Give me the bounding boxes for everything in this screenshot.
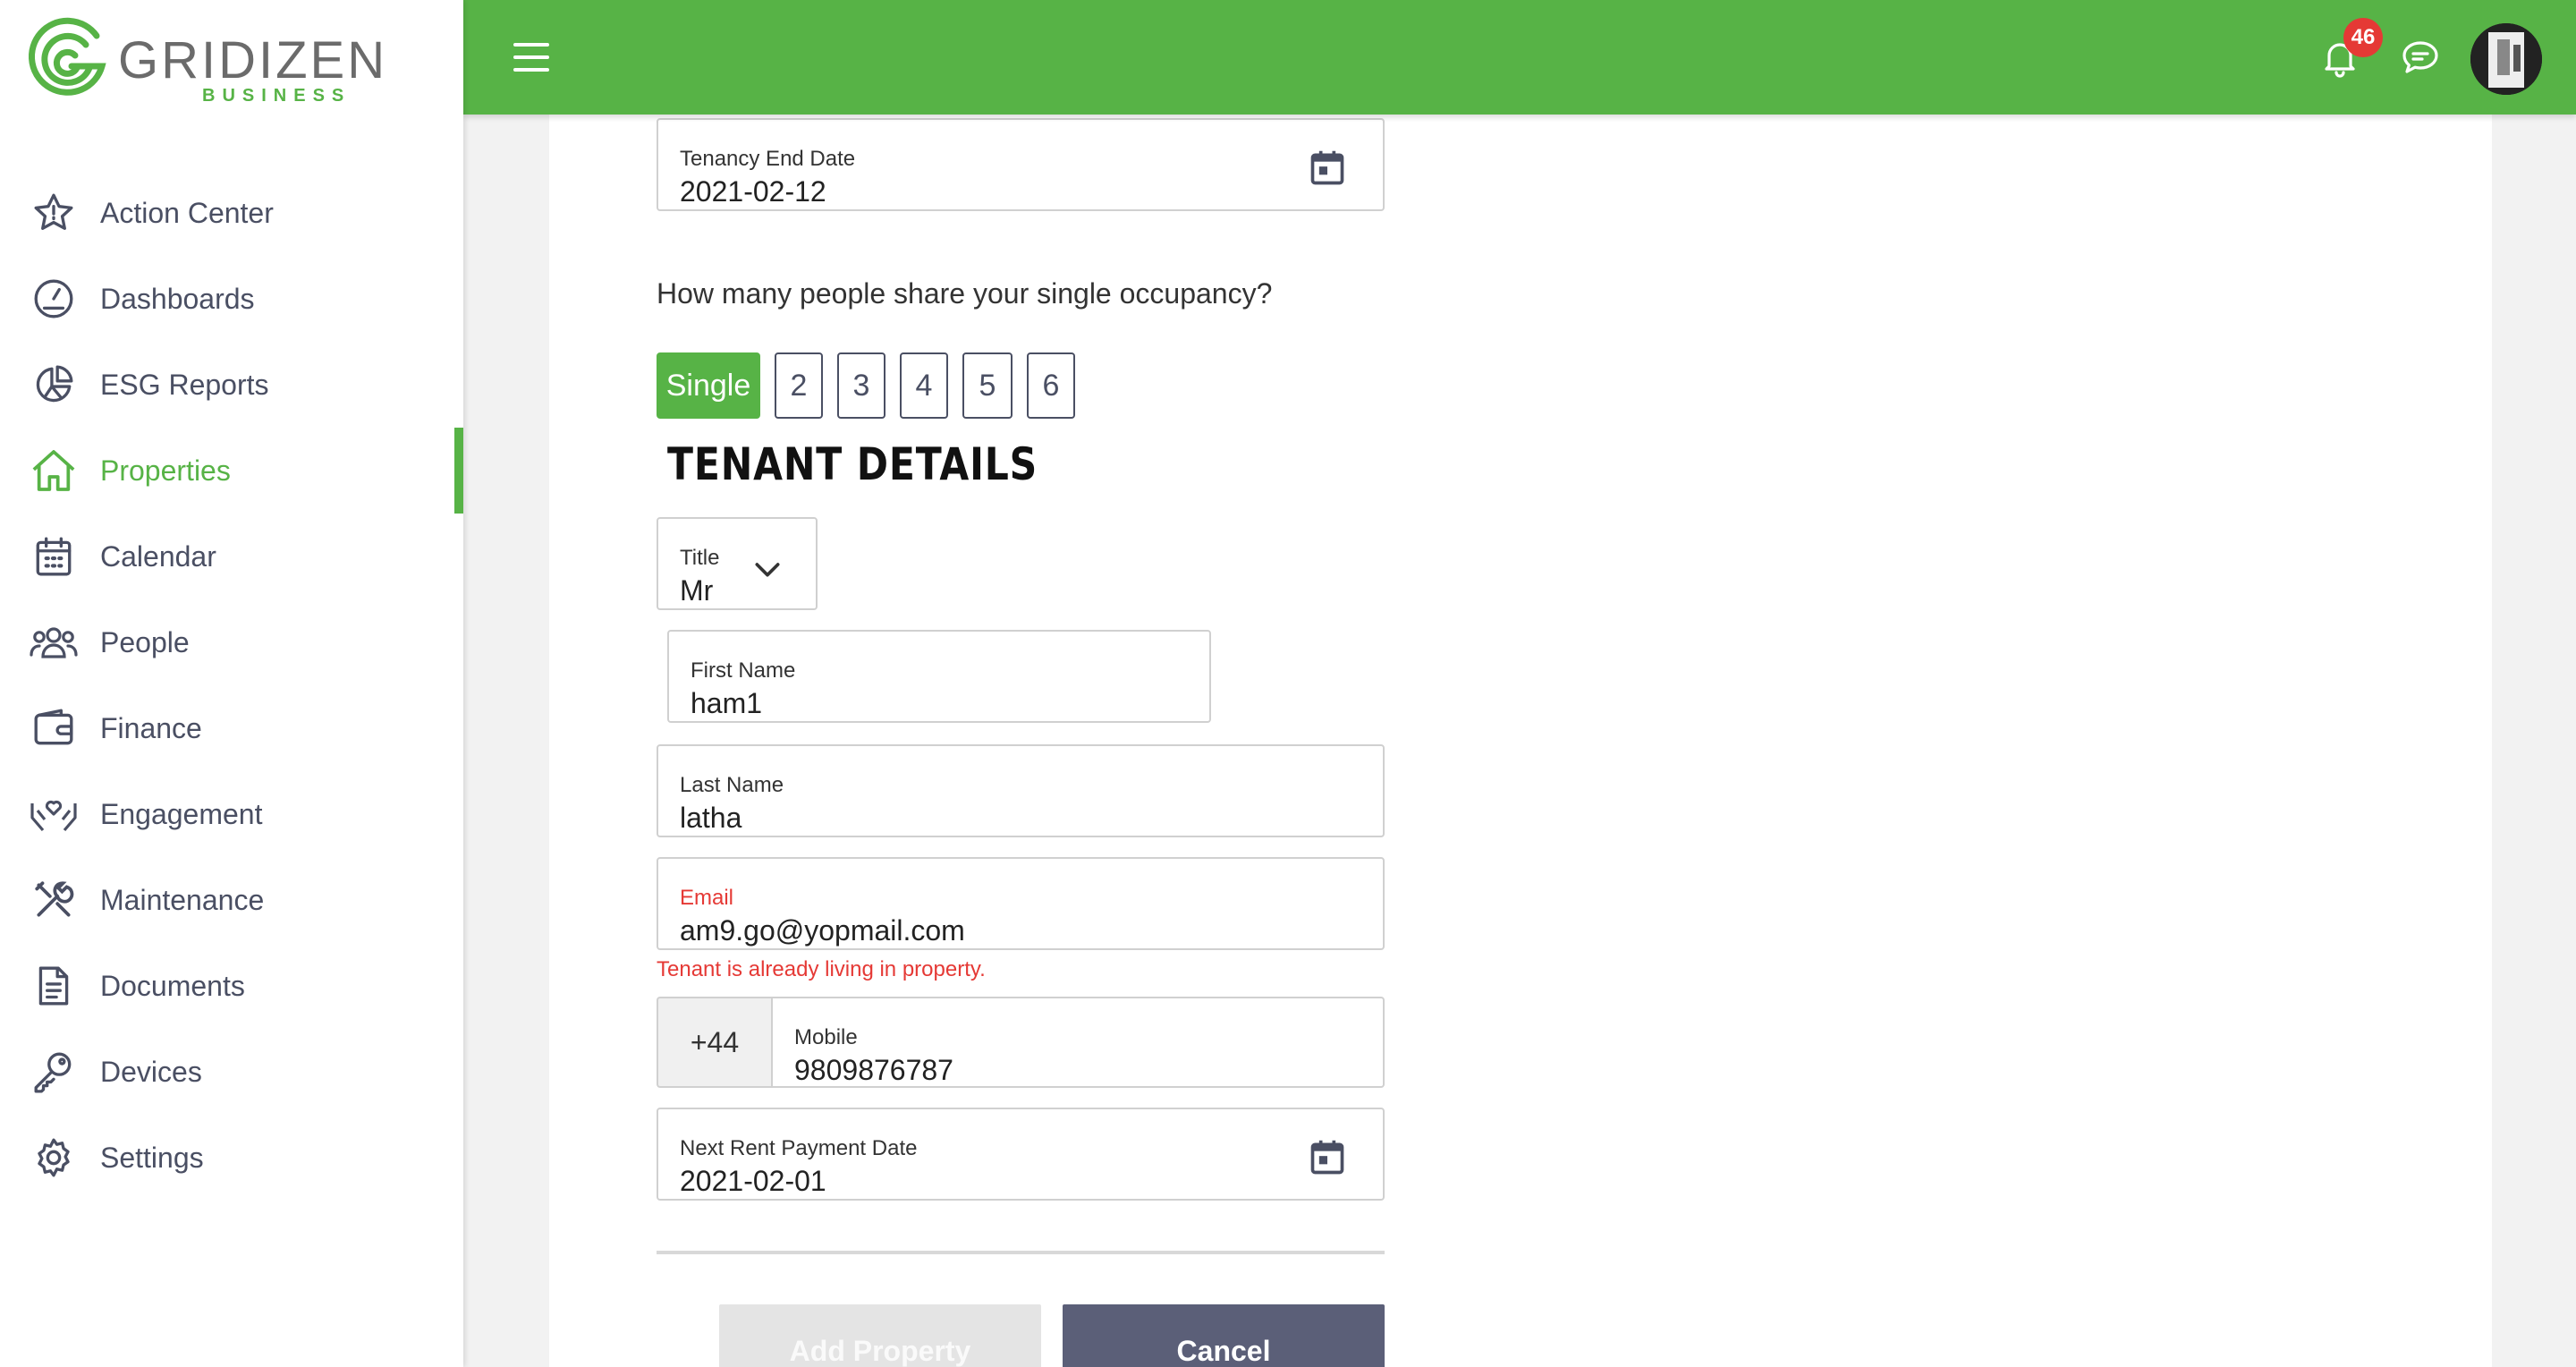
sidebar-nav: Action Center Dashboards ESG Reports Pro…	[0, 170, 463, 1201]
home-icon	[29, 446, 79, 496]
field-label: Email	[680, 886, 734, 910]
field-value: 2021-02-12	[680, 175, 826, 208]
sidebar-item-calendar[interactable]: Calendar	[0, 514, 463, 599]
title-select[interactable]: Title Mr	[657, 517, 818, 610]
sidebar-item-devices[interactable]: Devices	[0, 1029, 463, 1115]
brand-name: GRIDIZEN	[118, 31, 388, 89]
gauge-icon	[29, 274, 79, 324]
wallet-icon	[29, 703, 79, 753]
occupancy-option-6[interactable]: 6	[1027, 352, 1075, 419]
sidebar: GRIDIZEN BUSINESS Action Center Dashboar…	[0, 0, 463, 1367]
top-bar: 46	[463, 0, 2576, 115]
field-value: latha	[680, 802, 742, 834]
key-icon	[29, 1047, 79, 1097]
occupancy-question: How many people share your single occupa…	[657, 277, 1273, 310]
sidebar-item-esg-reports[interactable]: ESG Reports	[0, 342, 463, 428]
avatar[interactable]	[2470, 23, 2542, 95]
menu-icon[interactable]	[513, 43, 549, 72]
document-icon	[29, 961, 79, 1011]
field-label: Next Rent Payment Date	[680, 1136, 918, 1160]
sidebar-item-engagement[interactable]: Engagement	[0, 771, 463, 857]
field-value: ham1	[691, 687, 763, 719]
chevron-down-icon	[750, 551, 785, 591]
calendar-icon[interactable]	[1308, 1138, 1347, 1177]
cancel-button[interactable]: Cancel	[1063, 1304, 1385, 1367]
chat-icon[interactable]	[2399, 36, 2442, 79]
sidebar-item-label: Maintenance	[100, 883, 265, 916]
field-label: Mobile	[794, 1025, 858, 1049]
mobile-field[interactable]: Mobile 9809876787	[771, 997, 1385, 1088]
pie-chart-icon	[29, 360, 79, 410]
sidebar-item-settings[interactable]: Settings	[0, 1115, 463, 1201]
hands-heart-icon	[29, 789, 79, 839]
field-label: Tenancy End Date	[680, 147, 856, 171]
tenancy-end-date-field[interactable]: Tenancy End Date 2021-02-12	[657, 118, 1385, 211]
sidebar-item-action-center[interactable]: Action Center	[0, 170, 463, 256]
field-value: 2021-02-01	[680, 1165, 826, 1197]
sidebar-item-finance[interactable]: Finance	[0, 685, 463, 771]
gear-icon	[29, 1133, 79, 1183]
add-property-button[interactable]: Add Property	[719, 1304, 1041, 1367]
sidebar-item-label: Documents	[100, 969, 245, 1002]
tools-icon	[29, 875, 79, 925]
sidebar-item-label: ESG Reports	[100, 368, 269, 401]
calendar-icon	[29, 531, 79, 582]
section-title: TENANT DETAILS	[667, 438, 1038, 490]
occupancy-option-3[interactable]: 3	[837, 352, 886, 419]
sidebar-item-label: Engagement	[100, 797, 263, 830]
sidebar-item-label: People	[100, 625, 190, 658]
gridizen-logo-icon	[28, 17, 106, 96]
occupancy-option-single[interactable]: Single	[657, 352, 760, 419]
first-name-field[interactable]: First Name ham1	[667, 630, 1211, 723]
sidebar-item-label: Action Center	[100, 196, 274, 229]
email-error-message: Tenant is already living in property.	[657, 957, 986, 981]
sidebar-item-dashboards[interactable]: Dashboards	[0, 256, 463, 342]
last-name-field[interactable]: Last Name latha	[657, 744, 1385, 837]
field-value: am9.go@yopmail.com	[680, 914, 965, 947]
sidebar-item-label: Calendar	[100, 539, 216, 573]
next-rent-payment-date-field[interactable]: Next Rent Payment Date 2021-02-01	[657, 1108, 1385, 1201]
email-field[interactable]: Email am9.go@yopmail.com	[657, 857, 1385, 950]
sidebar-item-label: Devices	[100, 1055, 202, 1088]
sidebar-item-properties[interactable]: Properties	[0, 428, 463, 514]
field-label: Last Name	[680, 773, 784, 797]
field-value: Mr	[680, 574, 714, 607]
notification-badge: 46	[2343, 18, 2383, 57]
occupancy-option-2[interactable]: 2	[775, 352, 823, 419]
sidebar-item-label: Finance	[100, 711, 202, 744]
people-icon	[29, 617, 79, 667]
star-icon	[29, 188, 79, 238]
brand-logo[interactable]: GRIDIZEN BUSINESS	[27, 16, 385, 106]
field-value: 9809876787	[794, 1054, 953, 1086]
country-code-prefix[interactable]: +44	[657, 997, 771, 1088]
sidebar-item-label: Properties	[100, 454, 231, 487]
sidebar-item-maintenance[interactable]: Maintenance	[0, 857, 463, 943]
brand-tagline: BUSINESS	[202, 86, 352, 106]
field-label: Title	[680, 546, 720, 570]
form-divider	[657, 1251, 1385, 1254]
sidebar-item-documents[interactable]: Documents	[0, 943, 463, 1029]
sidebar-item-label: Dashboards	[100, 282, 255, 315]
sidebar-item-label: Settings	[100, 1141, 204, 1174]
sidebar-item-people[interactable]: People	[0, 599, 463, 685]
occupancy-option-4[interactable]: 4	[900, 352, 948, 419]
occupancy-option-5[interactable]: 5	[962, 352, 1013, 419]
calendar-icon[interactable]	[1308, 149, 1347, 188]
field-label: First Name	[691, 658, 796, 683]
